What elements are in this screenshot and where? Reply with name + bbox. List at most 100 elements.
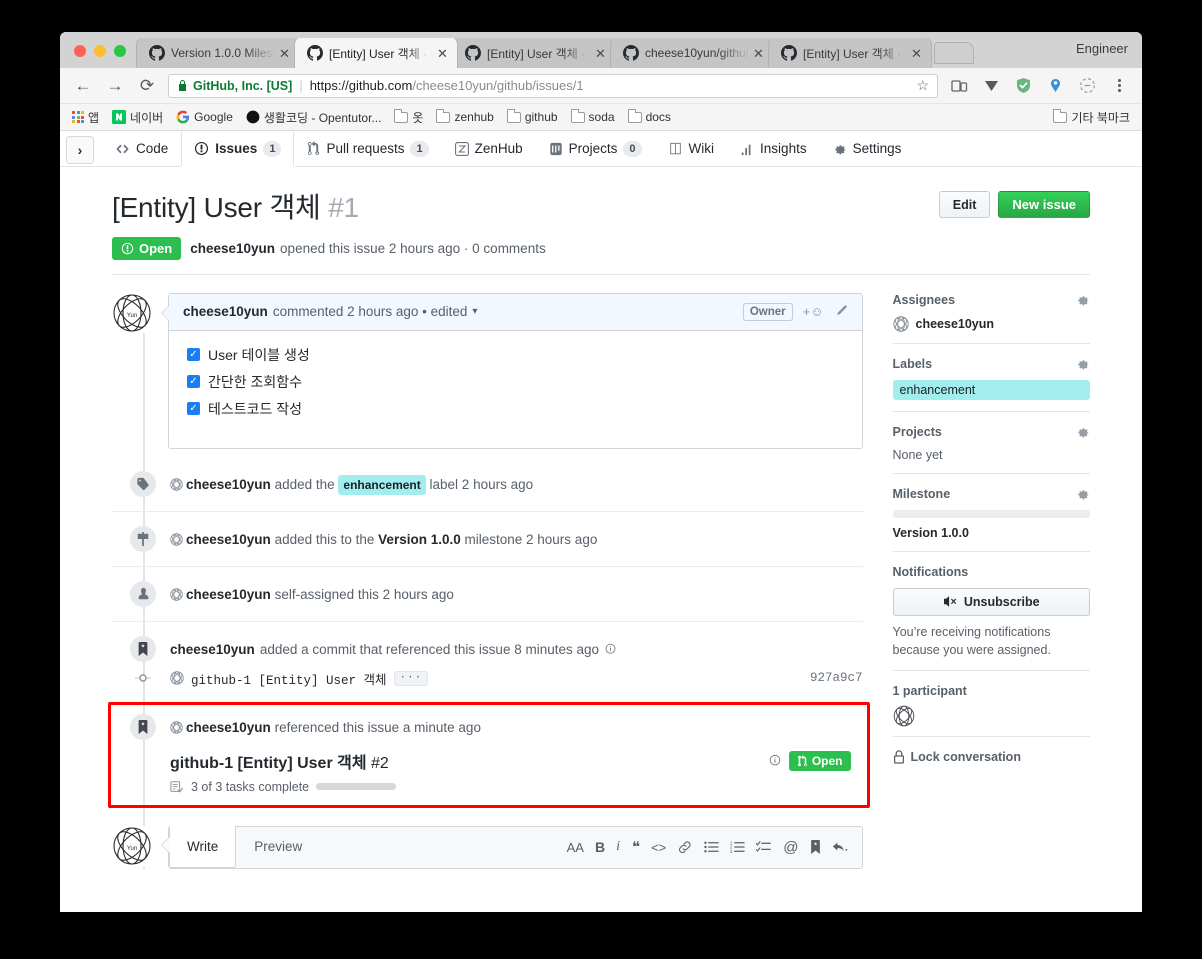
- maximize-window-button[interactable]: [114, 45, 126, 57]
- repo-tab-issues[interactable]: Issues 1: [181, 131, 295, 167]
- bookmark-star-icon[interactable]: ☆: [910, 77, 929, 94]
- close-icon[interactable]: ✕: [595, 47, 609, 60]
- bookmark-folder-ot[interactable]: 옷: [394, 109, 423, 126]
- close-icon[interactable]: ✕: [911, 47, 925, 60]
- checkbox-checked-icon[interactable]: ✓: [187, 402, 200, 416]
- reload-icon[interactable]: ⟳: [136, 75, 158, 97]
- referenced-issue-title[interactable]: github-1 [Entity] User 객체 #2: [170, 749, 389, 773]
- timeline-actor[interactable]: cheese10yun: [186, 532, 271, 547]
- link-icon[interactable]: [677, 840, 692, 855]
- repo-tab-insights[interactable]: Insights: [727, 131, 820, 166]
- repo-tab-projects[interactable]: Projects 0: [536, 131, 655, 166]
- reference-icon[interactable]: [810, 840, 821, 855]
- new-tab-button[interactable]: [934, 42, 974, 64]
- task-list-icon[interactable]: [756, 840, 772, 854]
- pocket-extension-icon[interactable]: [1044, 75, 1066, 97]
- unordered-list-icon[interactable]: [704, 840, 719, 854]
- new-issue-button[interactable]: New issue: [998, 191, 1090, 218]
- unsubscribe-button[interactable]: Unsubscribe: [892, 587, 1090, 616]
- timeline-actor[interactable]: cheese10yun: [170, 640, 255, 660]
- info-icon[interactable]: [604, 643, 617, 656]
- browser-tab-2[interactable]: [Entity] User 객체 · Iss ✕: [452, 38, 616, 68]
- bookmark-opentutorials[interactable]: 생활코딩 - Opentutor...: [246, 109, 381, 126]
- repository-nav: › Code Issues 1 Pull requests 1 ZenHub P…: [60, 131, 1142, 167]
- timeline-actor[interactable]: cheese10yun: [186, 720, 271, 735]
- adblock-shield-icon[interactable]: [1012, 75, 1034, 97]
- bookmark-other-bookmarks[interactable]: 기타 북마크: [1053, 109, 1130, 126]
- task-list-icon: [170, 780, 184, 794]
- browser-tab-1[interactable]: [Entity] User 객체 · Issu ✕: [294, 38, 458, 68]
- label-chip-enhancement[interactable]: enhancement: [338, 474, 426, 495]
- sidebar-heading: 1 participant: [893, 684, 1091, 698]
- edit-button[interactable]: Edit: [938, 191, 991, 218]
- lock-conversation-button[interactable]: Lock conversation: [893, 750, 1091, 764]
- gear-icon[interactable]: [1076, 487, 1090, 501]
- vimium-extension-icon[interactable]: [980, 75, 1002, 97]
- avatar[interactable]: Yun: [112, 825, 152, 866]
- commit-message[interactable]: github-1 [Entity] User 객체: [191, 669, 387, 688]
- forward-icon[interactable]: →: [104, 75, 126, 97]
- timeline-post-text: milestone 2 hours ago: [464, 531, 598, 547]
- profile-name[interactable]: Engineer: [1076, 41, 1128, 56]
- sync-status-icon[interactable]: [1076, 75, 1098, 97]
- milestone-name[interactable]: Version 1.0.0: [378, 532, 461, 547]
- checkbox-checked-icon[interactable]: ✓: [187, 348, 200, 362]
- info-icon[interactable]: [768, 754, 782, 768]
- mention-icon[interactable]: @: [783, 839, 798, 856]
- bookmark-folder-github[interactable]: github: [506, 109, 558, 124]
- chrome-menu-icon[interactable]: [1108, 75, 1130, 97]
- repo-tab-zenhub[interactable]: ZenHub: [442, 131, 536, 166]
- timeline-actor[interactable]: cheese10yun: [186, 477, 271, 492]
- minimize-window-button[interactable]: [94, 45, 106, 57]
- timeline-actor[interactable]: cheese10yun: [186, 587, 271, 602]
- quote-icon[interactable]: ❝: [632, 838, 640, 856]
- close-icon[interactable]: ✕: [437, 47, 451, 60]
- issue-author[interactable]: cheese10yun: [190, 241, 275, 256]
- participant-avatar[interactable]: [893, 705, 914, 727]
- expand-commit-button[interactable]: ···: [393, 670, 429, 686]
- sidebar-heading: Notifications: [893, 565, 1091, 579]
- checkbox-checked-icon[interactable]: ✓: [187, 375, 200, 389]
- chevron-down-icon[interactable]: ▾: [472, 306, 477, 317]
- add-reaction-icon[interactable]: +☺: [803, 304, 824, 319]
- bookmark-apps[interactable]: 앱: [72, 109, 99, 126]
- gear-icon[interactable]: [1076, 425, 1090, 439]
- tab-write[interactable]: Write: [169, 825, 237, 868]
- bookmark-folder-zenhub[interactable]: zenhub: [436, 109, 494, 124]
- reply-icon[interactable]: [832, 840, 848, 854]
- ordered-list-icon[interactable]: 123: [730, 840, 745, 854]
- timeline-event-assigned: cheese10yun self-assigned this 2 hours a…: [112, 567, 863, 622]
- text-size-icon[interactable]: AA: [567, 840, 584, 855]
- repo-tab-settings[interactable]: Settings: [820, 131, 915, 166]
- bookmark-folder-docs[interactable]: docs: [627, 109, 671, 124]
- gear-icon[interactable]: [1076, 293, 1090, 307]
- close-icon[interactable]: ✕: [279, 47, 293, 60]
- browser-tab-3[interactable]: cheese10yun/github a ✕: [610, 38, 774, 68]
- tab-preview[interactable]: Preview: [236, 827, 320, 868]
- code-icon[interactable]: <>: [651, 840, 666, 855]
- sidebar-label-enhancement[interactable]: enhancement: [892, 379, 1090, 400]
- commit-sha[interactable]: 927a9c7: [810, 671, 863, 685]
- avatar[interactable]: Yun: [112, 292, 152, 333]
- italic-icon[interactable]: i: [616, 839, 620, 855]
- reading-mode-icon[interactable]: [948, 75, 970, 97]
- edit-comment-icon[interactable]: [834, 304, 848, 319]
- bookmark-google[interactable]: Google: [176, 110, 233, 124]
- repo-tab-wiki[interactable]: Wiki: [655, 131, 728, 166]
- gear-icon[interactable]: [1076, 357, 1090, 371]
- close-icon[interactable]: ✕: [753, 47, 767, 60]
- back-icon[interactable]: ←: [72, 75, 94, 97]
- bookmark-naver[interactable]: 네이버: [112, 109, 163, 126]
- browser-tab-0[interactable]: Version 1.0.0 Milestone ✕: [136, 38, 300, 68]
- comment-author[interactable]: cheese10yun: [183, 304, 268, 319]
- assignee-row[interactable]: cheese10yun: [892, 315, 1091, 332]
- bold-icon[interactable]: B: [595, 839, 605, 855]
- repo-tab-code[interactable]: Code: [102, 131, 181, 166]
- milestone-name[interactable]: Version 1.0.0: [893, 526, 1091, 540]
- bookmark-folder-soda[interactable]: soda: [570, 109, 615, 124]
- repo-tab-pull-requests[interactable]: Pull requests 1: [294, 131, 441, 166]
- browser-tab-4[interactable]: [Entity] User 객체 · Iss ✕: [768, 38, 932, 68]
- address-bar[interactable]: GitHub, Inc. [US] | https://github.com/c…: [168, 73, 938, 98]
- sidebar-expand-button[interactable]: ›: [66, 136, 94, 164]
- close-window-button[interactable]: [74, 45, 86, 57]
